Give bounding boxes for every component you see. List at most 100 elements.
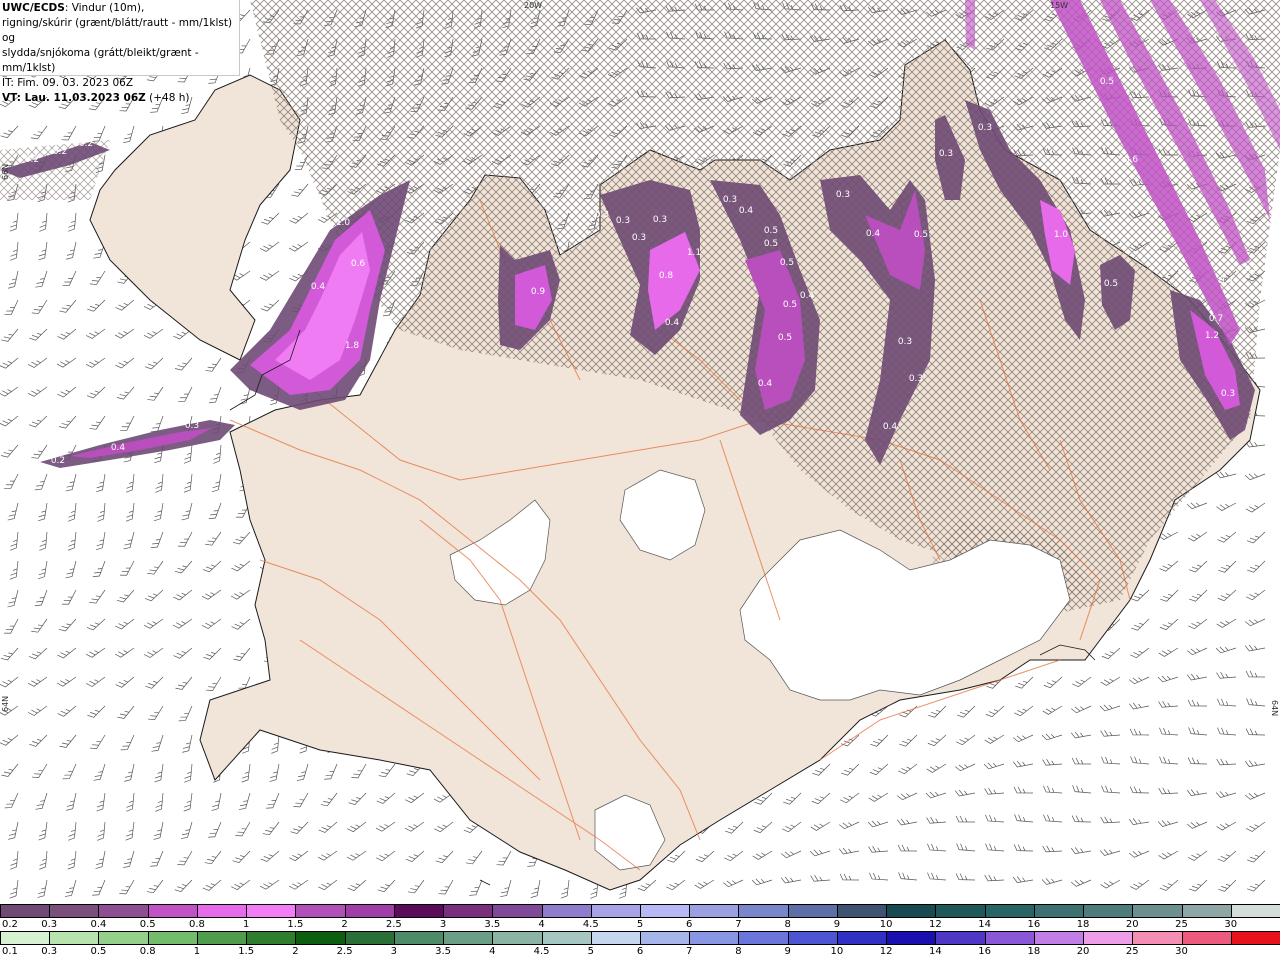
legend-label: 1 [242,919,250,930]
lat-label-left-top: 66N [1,164,10,180]
precip-value-label: 1.1 [687,248,701,258]
legend-label: 8 [735,946,742,957]
precip-value-label: 0.4 [311,282,326,292]
precip-value-label: 1.2 [1205,331,1219,341]
precip-value-label: 0.3 [723,195,737,205]
legend-label: 2 [341,919,348,930]
legend-label: 12 [929,919,942,930]
precip-value-label: 0.3 [909,374,923,384]
legend-label: 30 [1224,919,1238,930]
legend-label: 0.3 [41,946,58,957]
legend-label: 25 [1175,919,1188,930]
legend-label: 0.5 [90,946,107,957]
legend-swatch [492,931,543,945]
legend-label: 0.4 [90,919,107,930]
model-name: UWC/ECDS [2,2,65,14]
precip-value-label: 0.5 [1100,77,1114,87]
precip-value-label: 0.5 [764,239,778,249]
legend-label: 7 [686,946,693,957]
legend-label: 4 [489,946,496,957]
header-line1: UWC/ECDS: Vindur (10m), [2,1,239,16]
precip-value-label: 0.5 [914,230,928,240]
legend-swatch [196,904,248,918]
legend-swatch [886,931,937,945]
precip-value-label: 0.6 [1124,155,1139,165]
lon-label-15w: 15W [1050,1,1068,10]
forecast-hour: (+48 h) [145,92,190,104]
legend-swatch [295,931,346,945]
legend-rain-swatches [0,931,1280,947]
legend-swatch [640,904,691,918]
legend-label: 9 [833,919,841,930]
legend-swatch [1230,931,1280,945]
precip-value-label: 0.4 [883,422,898,432]
precip-value-label: 0.2 [53,147,67,157]
legend-label: 0.2 [2,919,18,930]
precip-value-label: 0.5 [783,300,797,310]
precip-value-label: 0.4 [111,443,126,453]
legend-swatch [689,931,740,945]
legend-label: 5 [636,919,644,930]
legend-label: 1.5 [238,946,255,957]
legend-swatch [344,904,395,918]
legend-label: 20 [1076,946,1090,957]
legend-swatch [935,904,986,918]
legend-snow-swatches [0,904,1280,920]
legend-rain-labels: 0.1 0.3 0.5 0.8 1 1.5 2 2.5 3 3.5 4 4.5 5 6 7 8 9 10 12 14 1… [0,946,1280,958]
legend-label: 10 [879,919,893,930]
precip-value-label: 1.0 [336,218,351,228]
legend-swatch [935,931,986,945]
legend-swatch [443,931,494,945]
header-line3: slydda/snjókoma (grátt/bleikt/grænt - mm… [2,47,199,74]
precip-value-label: 1.0 [1054,230,1069,240]
legend-swatch [1132,931,1183,945]
header-line1-rest: : Vindur (10m), [64,2,145,14]
precip-value-label: 0.4 [1219,276,1234,286]
legend-swatch [984,904,1035,918]
legend-label: 1 [193,946,201,957]
precip-value-label: 0.3 [1221,389,1235,399]
legend-swatch [295,904,346,918]
legend-label: 0.5 [139,919,156,930]
legend-swatch [640,931,691,945]
legend-swatch [787,931,838,945]
weather-map: 20W 15W 66N 64N 64N 0.2 0.2 0.2 1.0 0.6 0.4 1.… [0,0,1280,903]
legend-label: 2.5 [336,946,353,957]
legend-swatch [541,931,592,945]
precip-value-label: 0.4 [800,291,815,301]
legend-swatch [246,931,297,945]
legend-swatch [393,931,445,945]
legend-swatch [836,904,888,918]
legend-label: 4.5 [582,919,599,930]
legend-swatch [49,904,100,918]
legend-swatch [984,931,1035,945]
legend-swatch [246,904,297,918]
header-info-box: UWC/ECDS: Vindur (10m), rigning/skúrir (… [0,0,240,104]
legend-label: 5 [587,946,594,957]
legend-label: 4.5 [533,946,550,957]
legend-swatch [1132,904,1183,918]
legend-label: 1.5 [287,919,304,930]
header-line4: IT: Fim. 09. 03. 2023 06Z [2,77,134,89]
precip-value-label: 0.8 [659,271,674,281]
precip-value-label: 0.3 [185,421,199,431]
precip-value-label: 1.8 [345,341,360,351]
lat-label-left-mid: 64N [1,696,10,712]
precip-value-label: 0.7 [1209,314,1223,324]
legend-swatch [147,931,198,945]
legend-swatch [344,931,395,945]
precip-value-label: 0.3 [939,149,953,159]
legend-label: 6 [636,946,644,957]
legend-label: 25 [1125,946,1139,957]
header-line5: VT: Lau. 11.03.2023 06Z (+48 h) [2,91,239,106]
legend-swatch [98,904,149,918]
legend-label: 7 [735,919,742,930]
legend-label: 10 [830,946,844,957]
precip-value-label: 0.5 [780,258,794,268]
legend-swatch [836,931,888,945]
precip-value-label: 0.4 [758,379,773,389]
precip-value-label: 0.3 [653,215,667,225]
legend-label: 12 [879,946,893,957]
precip-value-label: 0.6 [351,259,366,269]
legend-label: 6 [686,919,693,930]
